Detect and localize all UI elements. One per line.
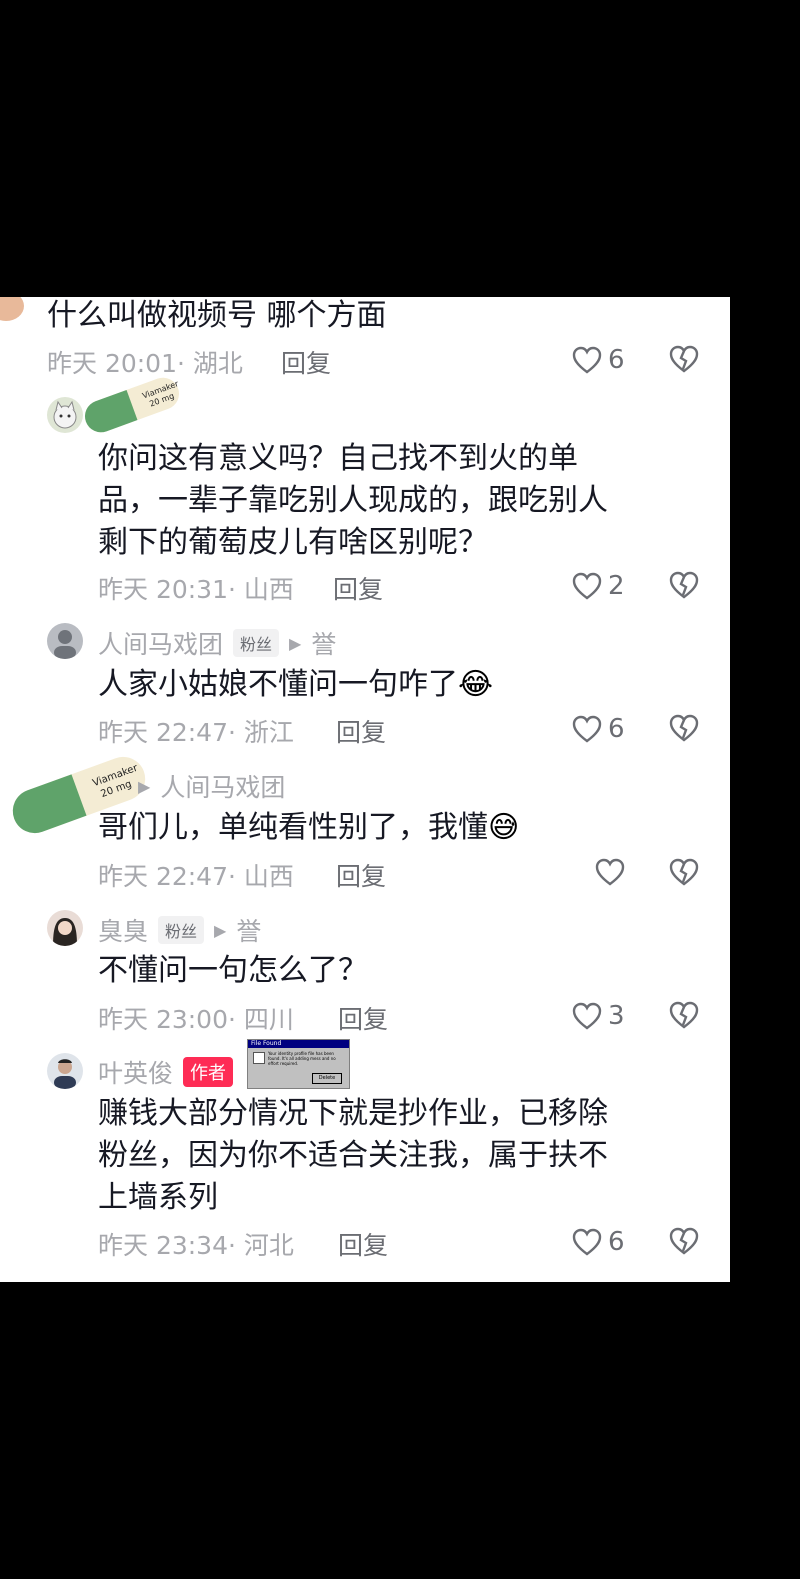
username[interactable]: 臭臭 xyxy=(98,912,148,948)
heart-icon xyxy=(572,715,602,743)
reply-arrow-icon: ▶ xyxy=(138,776,151,796)
reply-to-user[interactable]: 人间马戏团 xyxy=(160,768,285,804)
dialog-delete-button: Delete xyxy=(312,1073,342,1084)
broken-heart-icon xyxy=(669,858,699,886)
file-found-dialog-sticker: File Found Your identity profile file ha… xyxy=(247,1039,350,1089)
avatar[interactable] xyxy=(47,623,83,659)
comment-text: 哥们儿，单纯看性别了，我懂 xyxy=(98,810,488,845)
comment-text-line: 赚钱大部分情况下就是抄作业，已移除 xyxy=(98,1096,608,1131)
like-count: 2 xyxy=(608,571,625,601)
dislike-button[interactable] xyxy=(669,571,699,603)
dislike-button[interactable] xyxy=(669,1227,699,1259)
heart-icon xyxy=(595,858,625,886)
comment-text: 什么叫做视频号 哪个方面 xyxy=(47,298,387,333)
reply-button[interactable]: 回复 xyxy=(338,1000,388,1036)
comment-body: 人家小姑娘不懂问一句咋了 😂 xyxy=(98,666,493,704)
reply-button[interactable]: 回复 xyxy=(338,1226,388,1262)
comment-header: ▶ 人间马戏团 xyxy=(138,768,285,804)
comment-meta: 昨天 23:00· 四川 xyxy=(98,1005,294,1034)
laughing-crying-emoji-icon: 😂 xyxy=(458,667,494,702)
document-icon xyxy=(253,1052,265,1064)
pill-sticker: Viamaker 20 mg xyxy=(84,377,180,433)
comment-text-line: 剩下的葡萄皮儿有啥区别呢？ xyxy=(98,525,488,560)
like-count: 6 xyxy=(608,1227,625,1257)
dialog-title: File Found xyxy=(248,1040,349,1048)
heart-icon xyxy=(572,1002,602,1030)
comment-text-line: 粉丝，因为你不适合关注我，属于扶不 xyxy=(98,1138,608,1173)
like-count: 6 xyxy=(608,714,625,744)
broken-heart-icon xyxy=(669,714,699,742)
man-avatar-icon xyxy=(54,1059,76,1089)
fan-badge: 粉丝 xyxy=(233,629,280,657)
avatar[interactable] xyxy=(47,1053,83,1089)
girl-avatar-icon xyxy=(53,918,77,946)
like-button[interactable]: 6 xyxy=(572,1227,625,1257)
reply-button[interactable]: 回复 xyxy=(333,570,383,606)
like-count: 3 xyxy=(608,1001,625,1031)
comment-body: 哥们儿，单纯看性别了，我懂 😅 xyxy=(98,809,519,847)
like-count: 6 xyxy=(608,345,625,375)
sweat-smile-emoji-icon: 😅 xyxy=(488,810,520,845)
dislike-button[interactable] xyxy=(669,714,699,746)
heart-icon xyxy=(572,572,602,600)
comment-meta: 昨天 23:34· 河北 xyxy=(98,1231,294,1260)
comment-text-line: 品，一辈子靠吃别人现成的，跟吃别人 xyxy=(98,483,608,518)
dislike-button[interactable] xyxy=(669,345,699,377)
like-button[interactable]: 2 xyxy=(572,571,625,601)
username[interactable]: 叶英俊 xyxy=(98,1054,173,1090)
reply-button[interactable]: 回复 xyxy=(336,857,386,893)
dislike-button[interactable] xyxy=(669,1001,699,1033)
broken-heart-icon xyxy=(669,1227,699,1255)
comment-text-line: 上墙系列 xyxy=(98,1180,218,1215)
comment-meta: 昨天 20:31· 山西 xyxy=(98,575,294,604)
comment-text-line: 你问这有意义吗？自己找不到火的单 xyxy=(98,441,578,476)
avatar[interactable] xyxy=(47,910,83,946)
like-button[interactable]: 6 xyxy=(572,714,625,744)
like-button[interactable]: 3 xyxy=(572,1001,625,1031)
broken-heart-icon xyxy=(669,345,699,373)
fan-badge: 粉丝 xyxy=(158,916,205,944)
heart-icon xyxy=(572,1228,602,1256)
username[interactable]: 人间马戏团 xyxy=(98,625,223,661)
reply-button[interactable]: 回复 xyxy=(281,344,331,380)
like-button[interactable] xyxy=(595,858,625,890)
broken-heart-icon xyxy=(669,1001,699,1029)
broken-heart-icon xyxy=(669,571,699,599)
comment-text: 人家小姑娘不懂问一句咋了 xyxy=(98,667,458,702)
partial-avatar[interactable] xyxy=(0,297,24,321)
comment-meta: 昨天 22:47· 浙江 xyxy=(98,718,294,747)
reply-button[interactable]: 回复 xyxy=(336,713,386,749)
dialog-message: Your identity profile file has been foun… xyxy=(268,1051,336,1066)
heart-icon xyxy=(572,346,602,374)
comment-header: 臭臭 粉丝 ▶ 誉 xyxy=(98,912,261,948)
reply-to-user[interactable]: 誉 xyxy=(311,625,336,661)
like-button[interactable]: 6 xyxy=(572,345,625,375)
comment-panel: 什么叫做视频号 哪个方面 昨天 20:01· 湖北 回复 6 Viamaker … xyxy=(0,297,730,1282)
comment-text: 不懂问一句怎么了？ xyxy=(98,953,368,988)
reply-to-user[interactable]: 誉 xyxy=(236,912,261,948)
author-badge: 作者 xyxy=(183,1057,234,1087)
user-avatar-icon xyxy=(54,630,76,659)
comment-header: 人间马戏团 粉丝 ▶ 誉 xyxy=(98,625,336,661)
comment-header: 叶英俊 作者 xyxy=(98,1054,234,1090)
reply-arrow-icon: ▶ xyxy=(214,920,227,940)
comment-meta: 昨天 22:47· 山西 xyxy=(98,862,294,891)
reply-arrow-icon: ▶ xyxy=(289,633,302,653)
dislike-button[interactable] xyxy=(669,858,699,890)
